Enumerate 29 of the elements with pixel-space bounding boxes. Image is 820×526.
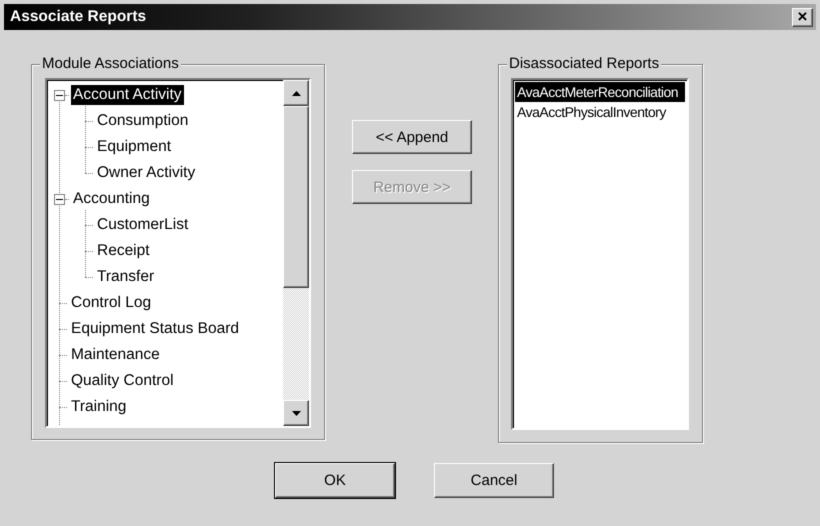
ok-button[interactable]: OK <box>275 463 395 498</box>
tree-item[interactable]: Consumption <box>95 111 190 131</box>
tree-item[interactable]: Account Activity <box>71 85 184 105</box>
list-item[interactable]: AvaAcctMeterReconciliation <box>515 82 685 102</box>
append-button[interactable]: << Append <box>352 120 472 154</box>
tree-item[interactable]: Training <box>69 397 128 417</box>
down-arrow-icon <box>292 410 300 416</box>
tree-item[interactable]: Equipment <box>95 137 174 157</box>
collapse-icon[interactable] <box>54 194 65 204</box>
tree-item[interactable]: Control Log <box>69 293 154 313</box>
scroll-up-button[interactable] <box>283 80 309 106</box>
tree-item[interactable]: Transfer <box>95 267 156 287</box>
collapse-icon[interactable] <box>54 90 65 100</box>
tree-item[interactable]: Quality Control <box>69 371 176 391</box>
scrollbar[interactable] <box>283 80 309 426</box>
scroll-thumb[interactable] <box>283 106 309 288</box>
up-arrow-icon <box>292 90 300 96</box>
close-button[interactable]: × <box>792 8 813 26</box>
cancel-button[interactable]: Cancel <box>434 463 554 498</box>
tree-item[interactable]: Owner Activity <box>95 163 198 183</box>
tree-item[interactable]: Receipt <box>95 241 152 261</box>
list-item[interactable]: AvaAcctPhysicalInventory <box>515 102 685 122</box>
window-title: Associate Reports <box>10 8 146 26</box>
tree-item[interactable]: Accounting <box>71 189 152 209</box>
scroll-down-button[interactable] <box>283 400 309 426</box>
tree-item[interactable]: Equipment Status Board <box>69 319 242 339</box>
tree-item[interactable]: CustomerList <box>95 215 190 235</box>
group-title: Disassociated Reports <box>507 55 662 72</box>
tree-item[interactable]: Maintenance <box>69 345 162 365</box>
